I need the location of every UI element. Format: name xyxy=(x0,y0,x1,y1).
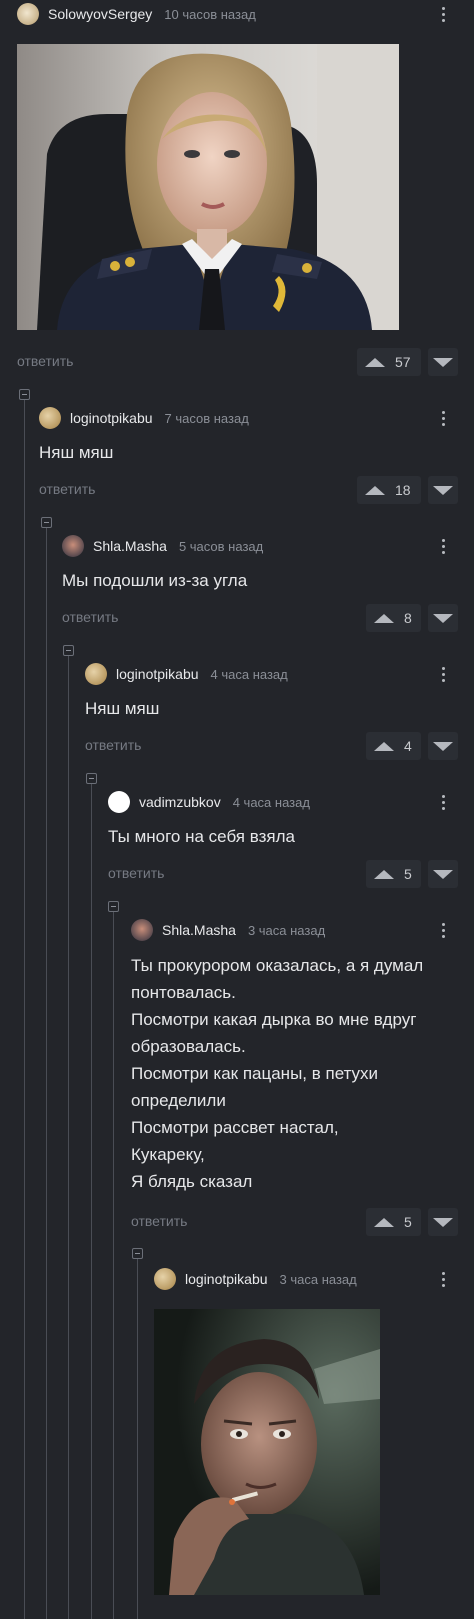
upvote-button[interactable]: 57 xyxy=(357,348,421,376)
comment-header: Shla.Masha 3 часа назад xyxy=(131,918,325,942)
vote-count: 4 xyxy=(404,738,412,754)
avatar[interactable] xyxy=(17,3,39,25)
comment-text: Ты прокурором оказалась, а я думал понто… xyxy=(131,956,424,1191)
username[interactable]: Shla.Masha xyxy=(162,922,236,938)
username[interactable]: vadimzubkov xyxy=(139,794,221,810)
comment-header: SolowyovSergey 10 часов назад xyxy=(17,2,256,26)
upvote-button[interactable]: 5 xyxy=(366,1208,421,1236)
vote-count: 18 xyxy=(395,482,411,498)
vote-count: 8 xyxy=(404,610,412,626)
triangle-down-icon xyxy=(433,1217,453,1227)
triangle-up-icon xyxy=(365,485,385,495)
kebab-menu-icon[interactable] xyxy=(434,535,452,557)
triangle-up-icon xyxy=(374,1217,394,1227)
collapse-minus-icon[interactable] xyxy=(63,645,74,656)
avatar[interactable] xyxy=(154,1268,176,1290)
triangle-up-icon xyxy=(374,613,394,623)
kebab-menu-icon[interactable] xyxy=(434,3,452,25)
triangle-down-icon xyxy=(433,869,453,879)
woman-in-uniform-photo[interactable] xyxy=(17,44,399,330)
downvote-button[interactable] xyxy=(428,1208,458,1236)
username[interactable]: SolowyovSergey xyxy=(48,6,152,22)
timestamp: 5 часов назад xyxy=(178,538,264,554)
comment-header: vadimzubkov 4 часа назад xyxy=(108,790,310,814)
avatar[interactable] xyxy=(131,919,153,941)
reply-link[interactable]: ответить xyxy=(39,481,95,497)
reply-link[interactable]: ответить xyxy=(17,353,73,369)
reply-link[interactable]: ответить xyxy=(108,865,164,881)
kebab-menu-icon[interactable] xyxy=(434,663,452,685)
thread-line-1 xyxy=(24,400,25,1619)
timestamp: 10 часов назад xyxy=(164,6,256,22)
timestamp: 7 часов назад xyxy=(164,410,249,426)
reply-link[interactable]: ответить xyxy=(131,1213,187,1229)
comment-header: loginotpikabu 4 часа назад xyxy=(85,662,288,686)
username[interactable]: loginotpikabu xyxy=(185,1271,268,1287)
upvote-button[interactable]: 8 xyxy=(366,604,421,632)
avatar[interactable] xyxy=(85,663,107,685)
thread-line-2 xyxy=(46,528,47,1619)
comment-header: Shla.Masha 5 часов назад xyxy=(62,534,263,558)
downvote-button[interactable] xyxy=(428,348,458,376)
timestamp: 4 часа назад xyxy=(232,794,310,810)
vote-count: 5 xyxy=(404,1214,412,1230)
collapse-minus-icon[interactable] xyxy=(132,1248,143,1259)
comment-text: Няш мяш xyxy=(39,443,114,462)
comment-header: loginotpikabu 3 часа назад xyxy=(154,1267,357,1291)
username[interactable]: loginotpikabu xyxy=(70,410,153,426)
timestamp: 3 часа назад xyxy=(247,922,326,938)
reply-link[interactable]: ответить xyxy=(85,737,141,753)
timestamp: 3 часа назад xyxy=(279,1271,357,1287)
collapse-minus-icon[interactable] xyxy=(108,901,119,912)
triangle-up-icon xyxy=(374,869,394,879)
downvote-button[interactable] xyxy=(428,732,458,760)
triangle-up-icon xyxy=(374,741,394,751)
triangle-down-icon xyxy=(433,741,453,751)
kebab-menu-icon[interactable] xyxy=(434,919,452,941)
collapse-minus-icon[interactable] xyxy=(19,389,30,400)
avatar[interactable] xyxy=(39,407,61,429)
comment-text: Мы подошли из-за угла xyxy=(62,571,248,590)
triangle-down-icon xyxy=(433,357,453,367)
collapse-minus-icon[interactable] xyxy=(41,517,52,528)
triangle-down-icon xyxy=(433,485,453,495)
username[interactable]: loginotpikabu xyxy=(116,666,199,682)
thread-line-4 xyxy=(91,784,92,1619)
thread-line-6 xyxy=(137,1259,138,1619)
vote-count: 57 xyxy=(395,354,411,370)
man-smoking-photo[interactable] xyxy=(154,1309,380,1595)
vote-count: 5 xyxy=(404,866,412,882)
kebab-menu-icon[interactable] xyxy=(434,407,452,429)
comment-text: Няш мяш xyxy=(85,699,160,718)
kebab-menu-icon[interactable] xyxy=(434,791,452,813)
timestamp: 4 часа назад xyxy=(210,666,288,682)
upvote-button[interactable]: 4 xyxy=(366,732,421,760)
upvote-button[interactable]: 5 xyxy=(366,860,421,888)
downvote-button[interactable] xyxy=(428,860,458,888)
downvote-button[interactable] xyxy=(428,476,458,504)
upvote-button[interactable]: 18 xyxy=(357,476,421,504)
comment-header: loginotpikabu 7 часов назад xyxy=(39,406,249,430)
reply-link[interactable]: ответить xyxy=(62,609,118,625)
avatar[interactable] xyxy=(108,791,130,813)
triangle-up-icon xyxy=(365,357,385,367)
triangle-down-icon xyxy=(433,613,453,623)
username[interactable]: Shla.Masha xyxy=(93,538,167,554)
thread-line-5 xyxy=(113,912,114,1619)
avatar[interactable] xyxy=(62,535,84,557)
thread-line-3 xyxy=(68,656,69,1619)
collapse-minus-icon[interactable] xyxy=(86,773,97,784)
comment-text: Ты много на себя взяла xyxy=(108,827,295,846)
kebab-menu-icon[interactable] xyxy=(434,1268,452,1290)
downvote-button[interactable] xyxy=(428,604,458,632)
